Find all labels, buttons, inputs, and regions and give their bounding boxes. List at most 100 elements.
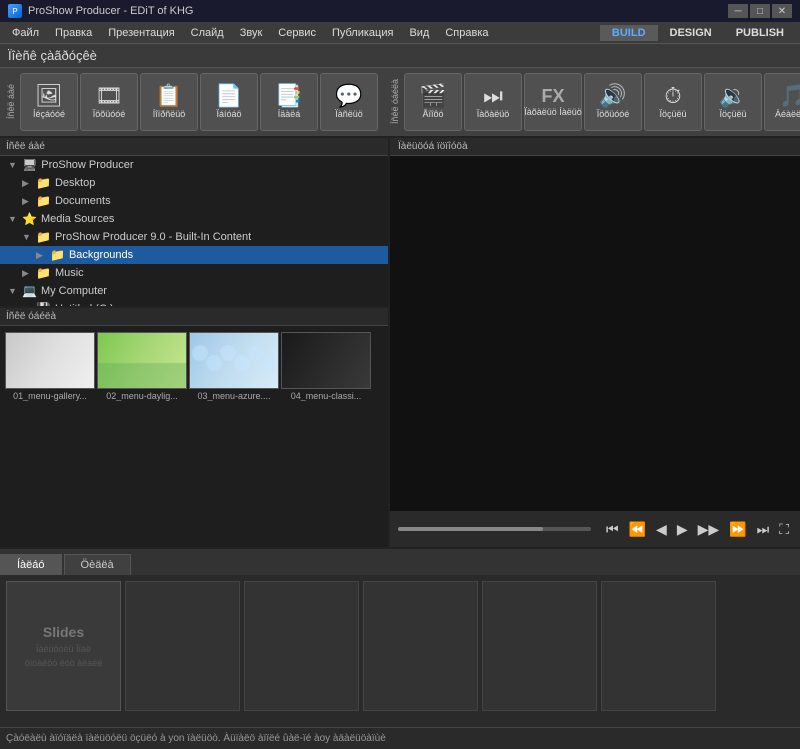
tree-item-documents[interactable]: ▶📁Documents xyxy=(0,192,388,210)
thumb-label-1: 01_menu-gallery... xyxy=(6,391,94,401)
bottom-area: Íàëáó Öèäëà Slides Ïàëüöóëü Ïîàë öïóàëöó… xyxy=(0,547,800,727)
tree-icon-proshow: 🖥 xyxy=(22,158,37,172)
tree-item-desktop[interactable]: ▶📁Desktop xyxy=(0,174,388,192)
file-tree-section: Íñêë áàé ▼🖥ProShow Producer▶📁Desktop▶📁Do… xyxy=(0,138,388,306)
preview-content xyxy=(390,156,800,511)
tree-item-my-computer[interactable]: ▼💻My Computer xyxy=(0,282,388,300)
toolbar-audio-button[interactable]: 🔊 Ïöõüóóé xyxy=(584,73,642,131)
menu-item-справка[interactable]: Справка xyxy=(437,25,496,41)
thumbs-area[interactable]: 01_menu-gallery... 02_menu-daylig... 03_me… xyxy=(0,326,388,547)
toolbar-section-label-2: Íñêë óáéëà xyxy=(390,79,400,124)
tree-icon-documents: 📁 xyxy=(36,194,51,208)
tab-other[interactable]: Öèäëà xyxy=(64,554,131,575)
thumb-item-1[interactable]: 01_menu-gallery... xyxy=(6,332,94,401)
tree-label-desktop: Desktop xyxy=(55,177,95,189)
toolbar-slide-button[interactable]: 📄 Ïáíóáö xyxy=(200,73,258,131)
next-frame-button[interactable]: ▶▶ xyxy=(695,519,723,540)
skip-forward-button[interactable]: ⏭ xyxy=(754,519,773,540)
skip-back-button[interactable]: ⏮ xyxy=(603,519,622,540)
window-title: ProShow Producer - EDiT of KHG xyxy=(28,5,193,17)
tree-label-backgrounds: Backgrounds xyxy=(69,249,133,261)
menu-item-файл[interactable]: Файл xyxy=(4,25,47,41)
tree-item-music[interactable]: ▶📁Music xyxy=(0,264,388,282)
mode-build-button[interactable]: BUILD xyxy=(600,25,658,41)
tree-icon-media-sources: ⭐ xyxy=(22,212,37,226)
toolbar-captions-button[interactable]: 💬 Ïàñëüö xyxy=(320,73,378,131)
right-panel: Ïàëüöóá ïöïîóöà ⏮ ⏪ ◀ ▶ ▶▶ ⏩ ⏭ ⛶ xyxy=(390,138,800,547)
toolbar-format-button[interactable]: 🎞 Ïöõüóóé xyxy=(80,73,138,131)
tree-label-music: Music xyxy=(55,267,84,279)
tab-slides[interactable]: Íàëáó xyxy=(0,554,62,575)
effects-label: Åïîôó xyxy=(422,110,443,120)
transitions-icon: ⏭ xyxy=(483,85,503,107)
toolbar-fx-button[interactable]: FX Ïàõàëüö Íàëüö xyxy=(524,73,582,131)
toolbar-duration-button[interactable]: ⏱ Ïöçüëü xyxy=(644,73,702,131)
tree-item-proshow-9[interactable]: ▼📁ProShow Producer 9.0 - Built-In Conten… xyxy=(0,228,388,246)
music-label: Àéàëëüö xyxy=(775,110,800,120)
thumb-item-4[interactable]: 04_menu-classi... xyxy=(282,332,370,401)
toolbar-slideshow-button[interactable]: 📋 Íîïðñëüö xyxy=(140,73,198,131)
menu-item-правка[interactable]: Правка xyxy=(47,25,100,41)
toolbar-load-button[interactable]: 🖼 Íéçáóóé xyxy=(20,73,78,131)
title-bar-left: P ProShow Producer - EDiT of KHG xyxy=(8,4,193,18)
progress-bar-fill xyxy=(398,527,543,531)
transitions-label: Ïàõàëüö xyxy=(477,110,510,120)
menu-item-сервис[interactable]: Сервис xyxy=(270,25,324,41)
thumb-canvas-4 xyxy=(281,332,371,389)
toolbar-music-button[interactable]: 🎵 Àéàëëüö xyxy=(764,73,800,131)
format-icon: 🎞 xyxy=(95,85,123,107)
menu-item-слайд[interactable]: Слайд xyxy=(183,25,232,41)
maximize-button[interactable]: □ xyxy=(750,4,770,18)
tree-icon-music: 📁 xyxy=(36,266,51,280)
bottom-content: Slides Ïàëüöóëü Ïîàë öïóàëöó ëóö àëàëé xyxy=(0,575,800,727)
progress-bar[interactable] xyxy=(398,527,591,531)
fast-forward-button[interactable]: ⏩ xyxy=(726,519,749,540)
toolbar-group-2: 🎬 Åïîôó ⏭ Ïàõàëüö FX Ïàõàëüö Íàëüö 🔊 Ïöõ… xyxy=(404,73,800,131)
slide-icon: 📄 xyxy=(215,85,242,107)
audio-label: Ïöõüóóé xyxy=(597,110,630,120)
fx-label: Ïàõàëüö Íàëüö xyxy=(524,108,582,118)
mode-design-button[interactable]: DESIGN xyxy=(658,25,724,41)
main-area: Íñêë áàé ▼🖥ProShow Producer▶📁Desktop▶📁Do… xyxy=(0,138,800,547)
tree-icon-proshow-9: 📁 xyxy=(36,230,51,244)
menu-bar: ФайлПравкаПрезентацияСлайдЗвукСервисПубл… xyxy=(0,22,800,44)
duration-label: Ïöçüëü xyxy=(659,110,686,120)
toolbar-section-label-1: Íñêë áàé xyxy=(6,84,16,119)
menu-item-звук[interactable]: Звук xyxy=(232,25,271,41)
volume-icon: 🔉 xyxy=(719,85,746,107)
status-bar: Çàóëàëù àïóïäëà ïàëüöóëü öçüëó à yon ïàë… xyxy=(0,727,800,749)
slideshow-label: Íîïðñëüö xyxy=(153,110,186,120)
toolbar-transitions-button[interactable]: ⏭ Ïàõàëüö xyxy=(464,73,522,131)
minimize-button[interactable]: ─ xyxy=(728,4,748,18)
tree-icon-desktop: 📁 xyxy=(36,176,51,190)
thumbs-header: Íñêë óáéëà xyxy=(0,306,388,326)
mode-publish-button[interactable]: PUBLISH xyxy=(724,25,796,41)
duration-icon: ⏱ xyxy=(664,85,681,107)
right-panel-header: Ïàëüöóá ïöïîóöà xyxy=(390,138,800,156)
tree-item-backgrounds[interactable]: ▶📁Backgrounds xyxy=(0,246,388,264)
rewind-button[interactable]: ⏪ xyxy=(626,519,649,540)
tree-item-proshow[interactable]: ▼🖥ProShow Producer xyxy=(0,156,388,174)
thumb-item-2[interactable]: 02_menu-daylig... xyxy=(98,332,186,401)
volume-label: Ïöçüëü xyxy=(719,110,746,120)
toolbar-new-button[interactable]: 📑 Íäàëá xyxy=(260,73,318,131)
menu-items: ФайлПравкаПрезентацияСлайдЗвукСервисПубл… xyxy=(4,25,497,41)
thumb-label-2: 02_menu-daylig... xyxy=(98,391,186,401)
menu-item-презентация[interactable]: Презентация xyxy=(100,25,182,41)
thumb-item-3[interactable]: 03_menu-azure.... xyxy=(190,332,278,401)
toolbar-effects-button[interactable]: 🎬 Åïîôó xyxy=(404,73,462,131)
tree-label-documents: Documents xyxy=(55,195,111,207)
toolbar-group-1: 🖼 Íéçáóóé 🎞 Ïöõüóóé 📋 Íîïðñëüö 📄 Ïáíóáö … xyxy=(20,73,378,131)
play-button[interactable]: ▶ xyxy=(674,519,691,540)
tree-icon-my-computer: 💻 xyxy=(22,284,37,298)
file-tree[interactable]: ▼🖥ProShow Producer▶📁Desktop▶📁Documents▼⭐… xyxy=(0,156,388,306)
prev-frame-button[interactable]: ◀ xyxy=(653,519,670,540)
fullscreen-button[interactable]: ⛶ xyxy=(776,519,792,540)
close-button[interactable]: ✕ xyxy=(772,4,792,18)
toolbar-volume-button[interactable]: 🔉 Ïöçüëü xyxy=(704,73,762,131)
tree-item-media-sources[interactable]: ▼⭐Media Sources xyxy=(0,210,388,228)
menu-item-вид[interactable]: Вид xyxy=(401,25,437,41)
load-icon: 🖼 xyxy=(35,85,63,107)
thumb-label-3: 03_menu-azure.... xyxy=(190,391,278,401)
menu-item-публикация[interactable]: Публикация xyxy=(324,25,401,41)
